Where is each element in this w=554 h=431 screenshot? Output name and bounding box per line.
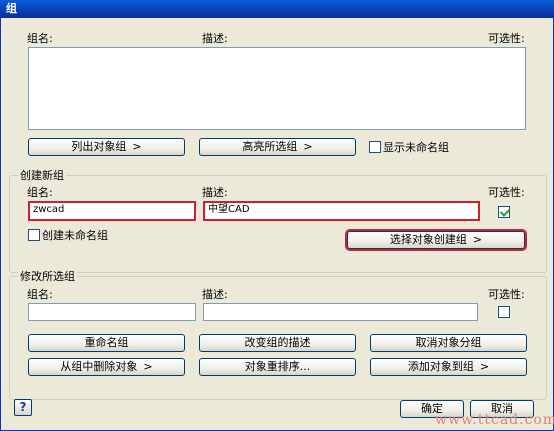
modify-name-input[interactable] (28, 303, 196, 321)
ungroup-button[interactable]: 取消对象分组 (370, 334, 527, 352)
create-name-label: 组名: (27, 186, 53, 199)
list-groups-label: 列出对象组 (71, 140, 127, 153)
highlight-group-label: 高亮所选组 (242, 140, 298, 153)
create-selectable-checkbox[interactable] (498, 206, 510, 218)
site-watermark: www.ttcad.com (435, 412, 554, 428)
group-dialog: 组名: 描述: 可选性: 列出对象组 > 高亮所选组 > 显示未命名组 创建新组 组… (0, 18, 554, 431)
create-group-title: 创建新组 (18, 169, 66, 182)
modify-desc-input[interactable] (203, 303, 478, 321)
modify-desc-label: 描述: (202, 288, 228, 301)
chevron-right-icon: > (303, 140, 313, 153)
list-groups-button[interactable]: 列出对象组 > (28, 138, 185, 156)
chevron-right-icon: > (132, 140, 142, 153)
chevron-right-icon: > (472, 233, 483, 246)
create-desc-label: 描述: (202, 186, 228, 199)
change-description-label: 改变组的描述 (244, 336, 311, 349)
create-desc-input[interactable]: 中望CAD (203, 201, 480, 221)
create-selectable-label: 可选性: (488, 186, 525, 199)
rename-group-button[interactable]: 重命名组 (28, 334, 185, 352)
select-objects-create-button[interactable]: 选择对象创建组 > (347, 231, 525, 249)
ungroup-label: 取消对象分组 (415, 336, 482, 349)
modify-selectable-label: 可选性: (488, 288, 525, 301)
create-name-input[interactable]: zwcad (28, 201, 196, 221)
column-header-selectable: 可选性: (488, 32, 525, 45)
modify-group-title: 修改所选组 (18, 270, 77, 283)
chevron-right-icon: > (479, 360, 490, 373)
show-unnamed-label: 显示未命名组 (383, 141, 449, 154)
add-to-group-button[interactable]: 添加对象到组 > (370, 358, 527, 376)
rename-group-label: 重命名组 (84, 336, 129, 349)
column-header-description: 描述: (202, 32, 228, 45)
create-group-box (9, 175, 547, 273)
help-icon[interactable]: ? (14, 399, 32, 416)
reorder-objects-button[interactable]: 对象重排序... (199, 358, 356, 376)
remove-from-group-label: 从组中删除对象 (60, 360, 138, 373)
show-unnamed-checkbox[interactable] (369, 141, 381, 153)
highlight-group-button[interactable]: 高亮所选组 > (199, 138, 356, 156)
modify-name-label: 组名: (27, 288, 53, 301)
reorder-objects-label: 对象重排序... (244, 360, 311, 373)
change-description-button[interactable]: 改变组的描述 (199, 334, 356, 352)
modify-selectable-checkbox[interactable] (498, 306, 510, 318)
groups-listbox[interactable] (28, 47, 526, 130)
remove-from-group-button[interactable]: 从组中删除对象 > (28, 358, 185, 376)
create-unnamed-checkbox[interactable] (28, 229, 40, 241)
column-header-name: 组名: (27, 32, 53, 45)
window-title: 组 (0, 0, 554, 18)
add-to-group-label: 添加对象到组 (407, 360, 474, 373)
create-unnamed-label: 创建未命名组 (42, 229, 108, 242)
select-objects-create-label: 选择对象创建组 (389, 233, 467, 246)
chevron-right-icon: > (143, 360, 153, 373)
